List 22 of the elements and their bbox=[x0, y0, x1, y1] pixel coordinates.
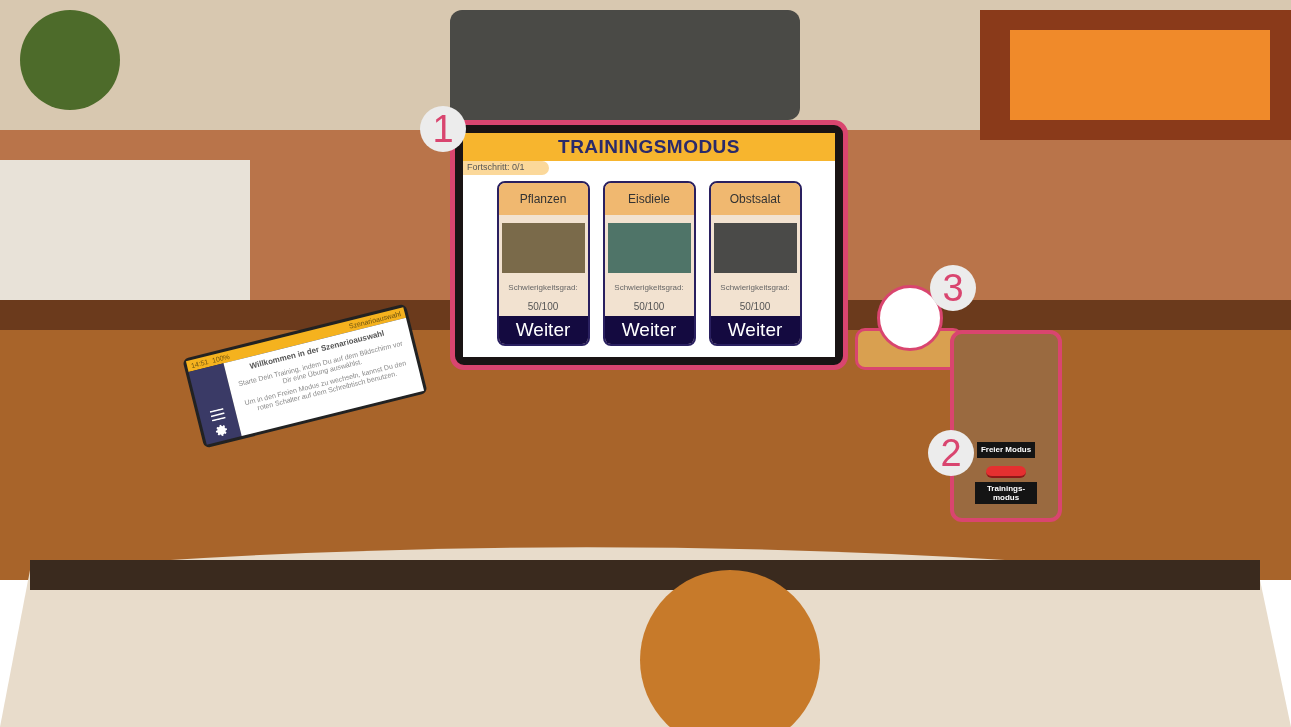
difficulty-value: 50/100 bbox=[738, 299, 772, 314]
scenario-card[interactable]: Obstsalat Schwierigkeitsgrad: 50/100 Weiter bbox=[708, 180, 802, 346]
card-title: Obstsalat bbox=[710, 182, 800, 215]
difficulty-label: Schwierigkeitsgrad: bbox=[613, 281, 685, 294]
continue-button[interactable]: Weiter bbox=[498, 315, 588, 344]
difficulty-label: Schwierigkeitsgrad: bbox=[719, 281, 791, 294]
mode-label: Trainings-modus bbox=[975, 482, 1037, 504]
difficulty-value: 50/100 bbox=[526, 299, 560, 314]
scenario-card[interactable]: Pflanzen Schwierigkeitsgrad: 50/100 Weiter bbox=[496, 180, 590, 346]
continue-button[interactable]: Weiter bbox=[710, 315, 800, 344]
difficulty-label: Schwierigkeitsgrad: bbox=[507, 281, 579, 294]
menu-icon[interactable] bbox=[209, 407, 226, 422]
toggle-switch[interactable] bbox=[986, 466, 1026, 478]
card-title: Eisdiele bbox=[604, 182, 694, 215]
progress-label: Fortschritt: 0/1 bbox=[463, 161, 549, 175]
card-title: Pflanzen bbox=[498, 182, 588, 215]
scenario-card[interactable]: Eisdiele Schwierigkeitsgrad: 50/100 Weiter bbox=[602, 180, 696, 346]
screen-title: TRAININGSMODUS bbox=[558, 134, 740, 159]
mode-label: Freier Modus bbox=[976, 442, 1036, 458]
settings-icon[interactable] bbox=[213, 422, 230, 439]
continue-button[interactable]: Weiter bbox=[604, 315, 694, 344]
difficulty-value: 50/100 bbox=[632, 299, 666, 314]
